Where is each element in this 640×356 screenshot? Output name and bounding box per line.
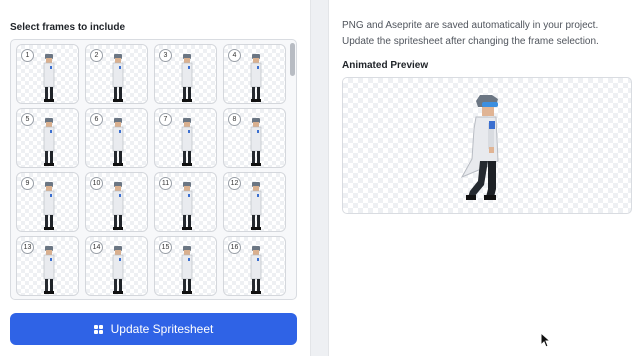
frame-number: 12 xyxy=(228,177,241,190)
grid-icon xyxy=(93,324,103,334)
preview-panel: PNG and Aseprite are saved automatically… xyxy=(328,0,640,356)
frame-number: 8 xyxy=(228,113,241,126)
scrollbar-thumb[interactable] xyxy=(290,43,295,76)
frame-tile[interactable]: 1 xyxy=(16,44,79,104)
frame-sprite-icon xyxy=(249,53,263,103)
frame-number: 10 xyxy=(90,177,103,190)
frame-number: 2 xyxy=(90,49,103,62)
frame-number: 7 xyxy=(159,113,172,126)
frame-number: 5 xyxy=(21,113,34,126)
update-spritesheet-button[interactable]: Update Spritesheet xyxy=(10,313,297,345)
frame-sprite-icon xyxy=(180,117,194,167)
frame-number: 16 xyxy=(228,241,241,254)
frame-number: 3 xyxy=(159,49,172,62)
frame-sprite-icon xyxy=(111,117,125,167)
frame-sprite-icon xyxy=(111,53,125,103)
frame-tile[interactable]: 8 xyxy=(223,108,286,168)
frame-tile[interactable]: 5 xyxy=(16,108,79,168)
frame-sprite-icon xyxy=(249,245,263,295)
frames-list[interactable]: 1 2 3 4 5 6 7 8 9 10 11 12 13 14 15 16 xyxy=(10,39,297,300)
frame-tile[interactable]: 6 xyxy=(85,108,148,168)
frame-sprite-icon xyxy=(111,245,125,295)
frame-tile[interactable]: 2 xyxy=(85,44,148,104)
frame-tile[interactable]: 16 xyxy=(223,236,286,296)
frame-number: 9 xyxy=(21,177,34,190)
frame-number: 4 xyxy=(228,49,241,62)
section-title: Select frames to include xyxy=(10,22,126,33)
frame-sprite-icon xyxy=(180,53,194,103)
frame-sprite-icon xyxy=(180,245,194,295)
frame-sprite-icon xyxy=(111,181,125,231)
frame-number: 15 xyxy=(159,241,172,254)
frame-number: 14 xyxy=(90,241,103,254)
mouse-pointer-icon xyxy=(540,332,552,348)
frame-tile[interactable]: 9 xyxy=(16,172,79,232)
frame-sprite-icon xyxy=(180,181,194,231)
frame-sprite-icon xyxy=(249,117,263,167)
frame-tile[interactable]: 15 xyxy=(154,236,217,296)
frame-tile[interactable]: 13 xyxy=(16,236,79,296)
frame-sprite-icon xyxy=(249,181,263,231)
scrollbar-track[interactable] xyxy=(289,41,295,299)
frame-sprite-icon xyxy=(42,245,56,295)
preview-sprite-icon xyxy=(460,95,499,200)
frame-tile[interactable]: 7 xyxy=(154,108,217,168)
frame-number: 6 xyxy=(90,113,103,126)
animated-preview xyxy=(342,77,632,214)
frame-tile[interactable]: 4 xyxy=(223,44,286,104)
frame-number: 11 xyxy=(159,177,172,190)
frame-sprite-icon xyxy=(42,117,56,167)
frame-tile[interactable]: 11 xyxy=(154,172,217,232)
frame-tile[interactable]: 12 xyxy=(223,172,286,232)
frame-tile[interactable]: 14 xyxy=(85,236,148,296)
frame-tile[interactable]: 3 xyxy=(154,44,217,104)
frame-selection-panel: Select frames to include 1 2 3 4 5 6 7 8 9 10 11 12… xyxy=(0,0,311,356)
frame-number: 13 xyxy=(21,241,34,254)
frame-number: 1 xyxy=(21,49,34,62)
preview-title: Animated Preview xyxy=(342,60,429,71)
frame-sprite-icon xyxy=(42,181,56,231)
frame-tile[interactable]: 10 xyxy=(85,172,148,232)
frame-sprite-icon xyxy=(42,53,56,103)
frames-grid: 1 2 3 4 5 6 7 8 9 10 11 12 13 14 15 16 xyxy=(16,44,288,296)
info-text: PNG and Aseprite are saved automatically… xyxy=(342,20,599,47)
update-spritesheet-label: Update Spritesheet xyxy=(110,322,214,336)
